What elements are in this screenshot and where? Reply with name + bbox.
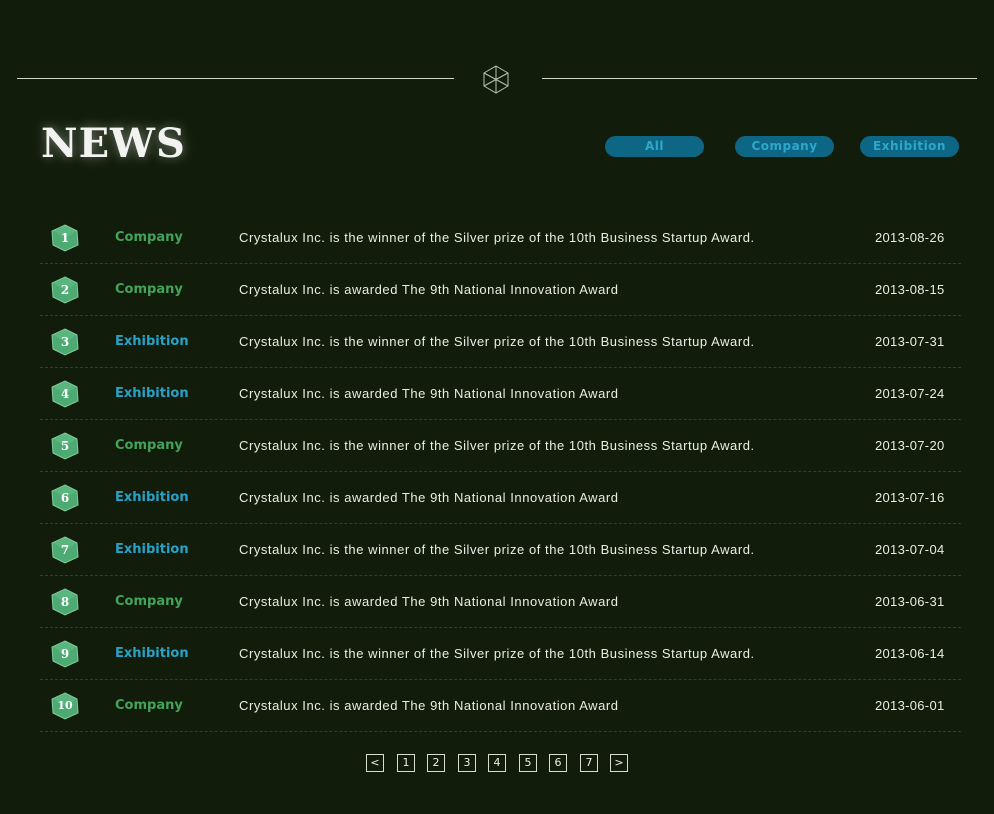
news-date: 2013-07-31 [875, 334, 945, 349]
header-divider [17, 62, 977, 96]
news-category[interactable]: Exhibition [115, 472, 189, 523]
prev-page-button[interactable]: < [366, 754, 384, 772]
row-number: 6 [60, 491, 70, 505]
news-row[interactable]: 9 Exhibition Crystalux Inc. is the winner … [40, 628, 961, 680]
news-date: 2013-07-24 [875, 386, 945, 401]
hexagon-badge-icon: 1 [51, 224, 79, 252]
news-category[interactable]: Exhibition [115, 628, 189, 679]
news-category[interactable]: Exhibition [115, 316, 189, 367]
page-3-button[interactable]: 3 [458, 754, 476, 772]
news-category[interactable]: Company [115, 680, 183, 731]
hexagon-badge-icon: 8 [51, 588, 79, 616]
news-date: 2013-06-31 [875, 594, 945, 609]
news-list: 1 Company Crystalux Inc. is the winner of … [40, 212, 961, 732]
hexagon-badge-icon: 2 [51, 276, 79, 304]
news-title-link[interactable]: Crystalux Inc. is awarded The 9th Nation… [239, 472, 619, 523]
news-category[interactable]: Company [115, 264, 183, 315]
news-row[interactable]: 5 Company Crystalux Inc. is the winner of … [40, 420, 961, 472]
news-date: 2013-06-14 [875, 646, 945, 661]
cube-icon [483, 65, 509, 94]
row-number: 2 [60, 283, 70, 297]
filter-exhibition-button[interactable]: Exhibition [860, 136, 959, 157]
news-title-link[interactable]: Crystalux Inc. is the winner of the Silv… [239, 212, 755, 263]
news-date: 2013-07-20 [875, 438, 945, 453]
row-number: 10 [57, 699, 73, 712]
page-6-button[interactable]: 6 [549, 754, 567, 772]
row-number: 8 [60, 595, 70, 609]
news-row[interactable]: 6 Exhibition Crystalux Inc. is awarded The… [40, 472, 961, 524]
news-category[interactable]: Company [115, 576, 183, 627]
row-number: 9 [60, 647, 70, 661]
hexagon-badge-icon: 5 [51, 432, 79, 460]
hexagon-badge-icon: 9 [51, 640, 79, 668]
news-date: 2013-07-04 [875, 542, 945, 557]
news-row[interactable]: 8 Company Crystalux Inc. is awarded The 9t… [40, 576, 961, 628]
news-category[interactable]: Company [115, 212, 183, 263]
news-category[interactable]: Exhibition [115, 368, 189, 419]
next-page-button[interactable]: > [610, 754, 628, 772]
divider-line-right [542, 78, 977, 79]
news-title-link[interactable]: Crystalux Inc. is awarded The 9th Nation… [239, 264, 619, 315]
page-5-button[interactable]: 5 [519, 754, 537, 772]
news-date: 2013-08-15 [875, 282, 945, 297]
hexagon-badge-icon: 7 [51, 536, 79, 564]
page-7-button[interactable]: 7 [580, 754, 598, 772]
row-number: 1 [60, 231, 70, 245]
filter-company-button[interactable]: Company [735, 136, 834, 157]
news-title-link[interactable]: Crystalux Inc. is awarded The 9th Nation… [239, 680, 619, 731]
page-2-button[interactable]: 2 [427, 754, 445, 772]
news-title-link[interactable]: Crystalux Inc. is the winner of the Silv… [239, 628, 755, 679]
news-title-link[interactable]: Crystalux Inc. is the winner of the Silv… [239, 524, 755, 575]
row-number: 3 [60, 335, 70, 349]
news-category[interactable]: Company [115, 420, 183, 471]
news-category[interactable]: Exhibition [115, 524, 189, 575]
filter-all-button[interactable]: All [605, 136, 704, 157]
hexagon-badge-icon: 4 [51, 380, 79, 408]
news-row[interactable]: 7 Exhibition Crystalux Inc. is the winner … [40, 524, 961, 576]
news-row[interactable]: 4 Exhibition Crystalux Inc. is awarded The… [40, 368, 961, 420]
news-row[interactable]: 1 Company Crystalux Inc. is the winner of … [40, 212, 961, 264]
page-4-button[interactable]: 4 [488, 754, 506, 772]
row-number: 7 [60, 543, 70, 557]
hexagon-badge-icon: 10 [51, 692, 79, 720]
news-title-link[interactable]: Crystalux Inc. is the winner of the Silv… [239, 316, 755, 367]
news-title-link[interactable]: Crystalux Inc. is awarded The 9th Nation… [239, 576, 619, 627]
news-title-link[interactable]: Crystalux Inc. is awarded The 9th Nation… [239, 368, 619, 419]
row-number: 4 [60, 387, 70, 401]
divider-line-left [17, 78, 454, 79]
hexagon-badge-icon: 6 [51, 484, 79, 512]
news-row[interactable]: 3 Exhibition Crystalux Inc. is the winner … [40, 316, 961, 368]
page-title: NEWS [41, 120, 186, 167]
row-number: 5 [60, 439, 70, 453]
news-date: 2013-06-01 [875, 698, 945, 713]
hexagon-badge-icon: 3 [51, 328, 79, 356]
page-1-button[interactable]: 1 [397, 754, 415, 772]
news-row[interactable]: 10 Company Crystalux Inc. is awarded The 9… [40, 680, 961, 732]
news-date: 2013-07-16 [875, 490, 945, 505]
news-title-link[interactable]: Crystalux Inc. is the winner of the Silv… [239, 420, 755, 471]
news-date: 2013-08-26 [875, 230, 945, 245]
news-row[interactable]: 2 Company Crystalux Inc. is awarded The 9t… [40, 264, 961, 316]
